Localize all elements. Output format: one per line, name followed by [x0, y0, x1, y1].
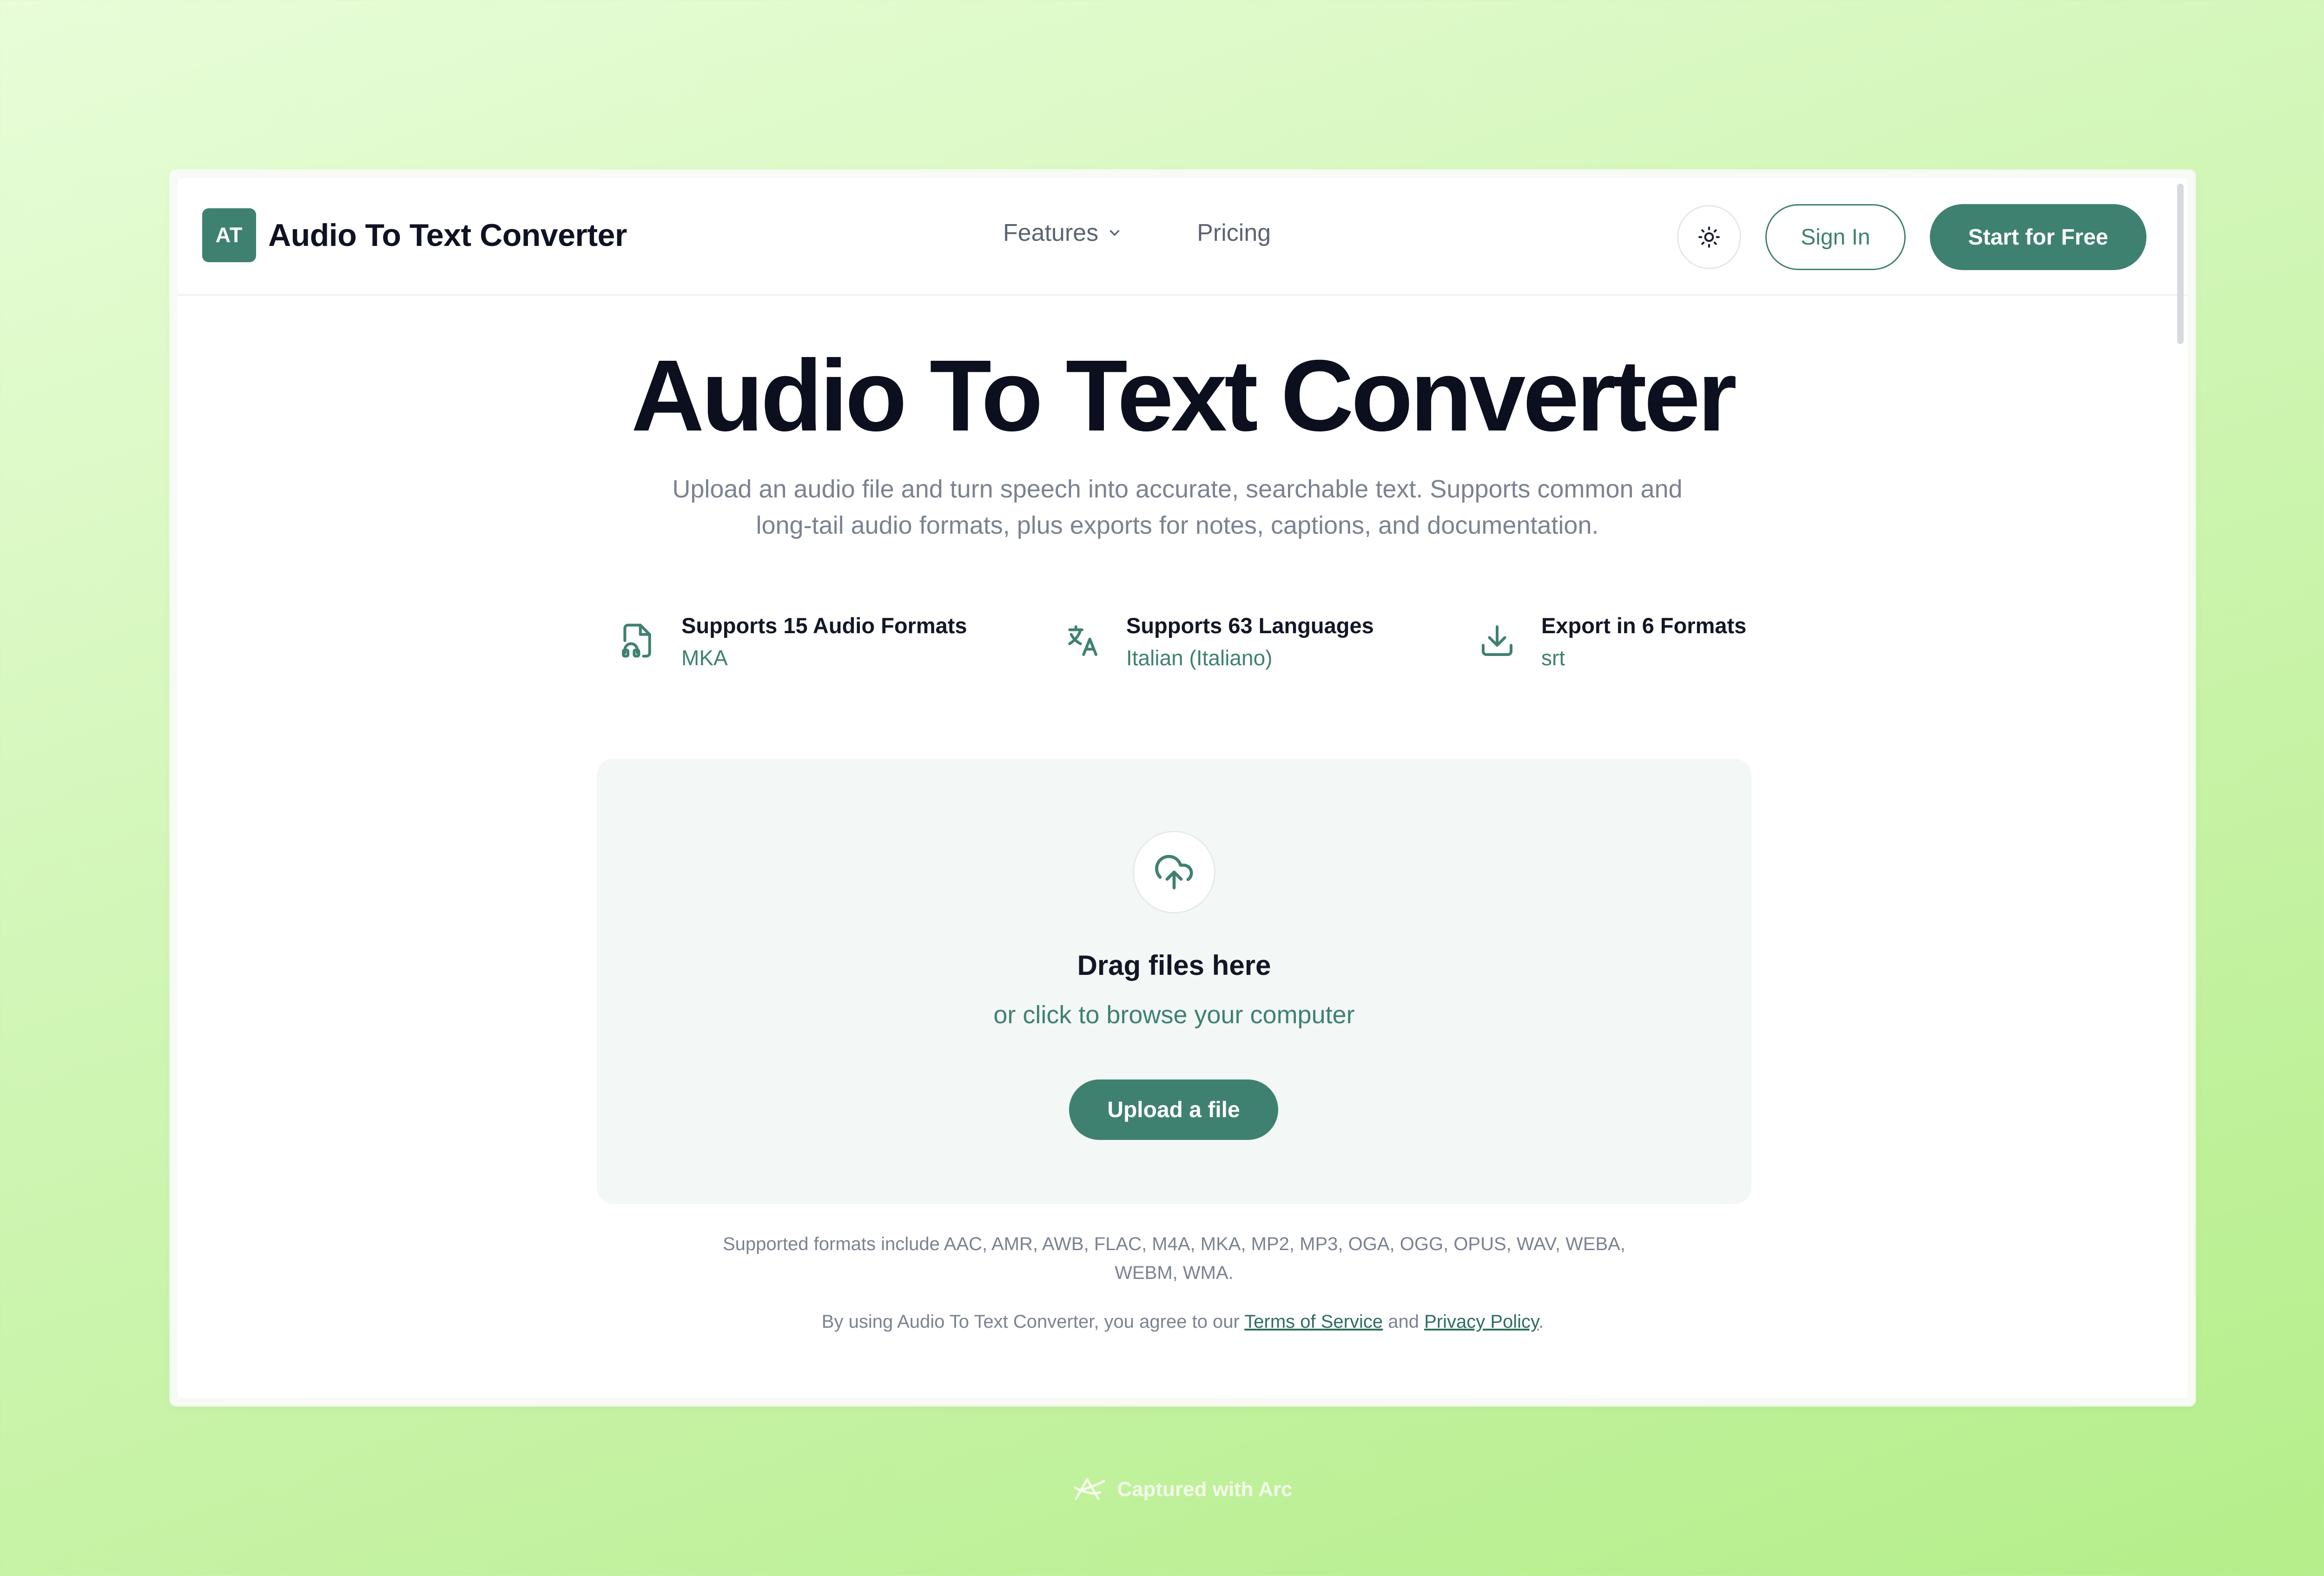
- nav-pricing-label: Pricing: [1197, 219, 1271, 246]
- sun-icon: [1698, 226, 1720, 248]
- audio-file-icon: [616, 620, 658, 662]
- site-header: AT Audio To Text Converter Features Pric…: [178, 178, 2187, 296]
- captured-text: Captured with Arc: [1117, 1478, 1293, 1501]
- nav-features[interactable]: Features: [1003, 219, 1122, 247]
- legal-prefix: By using Audio To Text Converter, you ag…: [821, 1311, 1245, 1332]
- translate-icon: [1061, 620, 1103, 662]
- header-actions: Sign In Start for Free: [1677, 204, 2146, 270]
- brand-name: Audio To Text Converter: [268, 218, 627, 253]
- supported-formats-note: Supported formats include AAC, AMR, AWB,…: [722, 1234, 1626, 1283]
- arc-logo-icon: [1074, 1478, 1105, 1500]
- scrollbar[interactable]: [2177, 184, 2184, 344]
- brand[interactable]: AT Audio To Text Converter: [202, 208, 627, 262]
- nav-features-label: Features: [1003, 219, 1099, 246]
- start-for-free-button[interactable]: Start for Free: [1930, 204, 2146, 270]
- chevron-down-icon: [1110, 230, 1120, 236]
- privacy-policy-link[interactable]: Privacy Policy: [1424, 1311, 1538, 1332]
- page-title: Audio To Text Converter: [631, 339, 1737, 452]
- dropzone-title: Drag files here: [1077, 950, 1271, 981]
- page-subtitle: Upload an audio file and turn speech int…: [672, 475, 1683, 539]
- feature-languages-text: Supports 63 Languages Italian (Italiano): [1126, 610, 1374, 675]
- feature-export-formats: Export in 6 Formats srt: [1476, 610, 1746, 675]
- feature-languages: Supports 63 Languages Italian (Italiano): [1061, 610, 1374, 675]
- legal-note: By using Audio To Text Converter, you ag…: [178, 1311, 2187, 1332]
- sign-in-button[interactable]: Sign In: [1765, 204, 1906, 270]
- feature-title: Supports 63 Languages: [1126, 613, 1374, 638]
- captured-with-arc: Captured with Arc: [0, 1475, 2324, 1504]
- feature-title: Supports 15 Audio Formats: [681, 613, 967, 638]
- terms-of-service-link[interactable]: Terms of Service: [1244, 1311, 1383, 1332]
- legal-and: and: [1383, 1311, 1425, 1332]
- main-nav: Features Pricing: [1003, 219, 1345, 247]
- cloud-upload-icon: [1133, 831, 1215, 914]
- feature-export-formats-text: Export in 6 Formats srt: [1541, 610, 1746, 675]
- brand-logo: AT: [202, 208, 256, 262]
- download-icon: [1476, 620, 1518, 662]
- browser-window: AT Audio To Text Converter Features Pric…: [171, 171, 2195, 1405]
- theme-toggle-button[interactable]: [1677, 205, 1741, 269]
- upload-file-button[interactable]: Upload a file: [1069, 1079, 1278, 1140]
- feature-audio-formats-text: Supports 15 Audio Formats MKA: [681, 610, 967, 675]
- nav-pricing[interactable]: Pricing: [1197, 219, 1271, 247]
- feature-value: srt: [1541, 646, 1565, 670]
- page-content: AT Audio To Text Converter Features Pric…: [178, 178, 2187, 1398]
- feature-value: Italian (Italiano): [1126, 646, 1273, 670]
- feature-value: MKA: [681, 646, 728, 670]
- feature-audio-formats: Supports 15 Audio Formats MKA: [616, 610, 967, 675]
- legal-suffix: .: [1538, 1311, 1544, 1332]
- feature-title: Export in 6 Formats: [1541, 613, 1747, 638]
- browse-link[interactable]: or click to browse your computer: [597, 1000, 1751, 1029]
